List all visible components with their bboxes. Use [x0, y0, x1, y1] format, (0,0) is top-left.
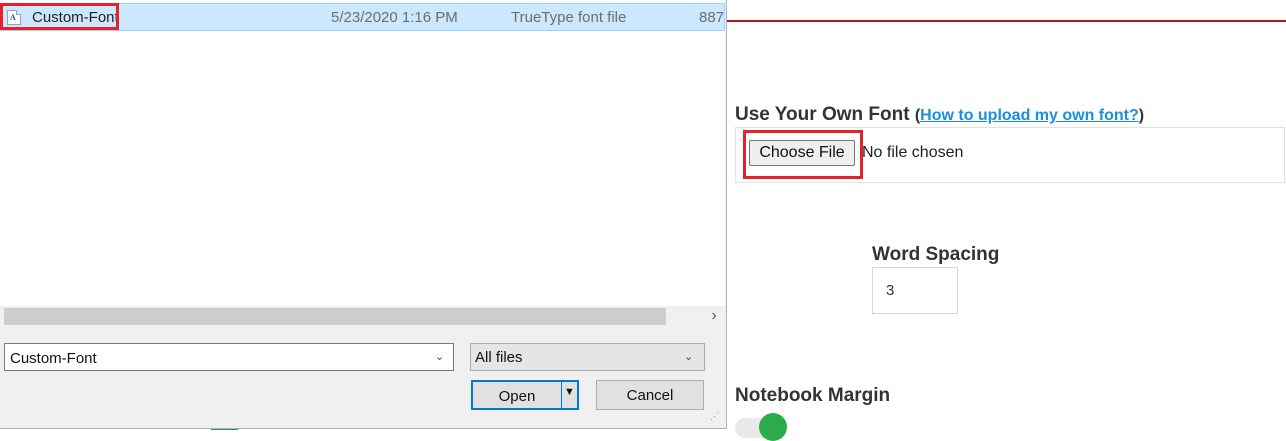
- cancel-button[interactable]: Cancel: [596, 380, 704, 410]
- paren-close: ): [1138, 107, 1145, 124]
- file-name-input[interactable]: [8, 347, 432, 369]
- scroll-right-arrow-icon[interactable]: ›: [704, 306, 724, 328]
- resize-grip-icon[interactable]: ⋰: [710, 412, 722, 425]
- file-date-cell: 5/23/2020 1:16 PM: [331, 9, 458, 26]
- open-split-divider: [561, 382, 562, 408]
- how-to-upload-font-link[interactable]: How to upload my own font?: [920, 107, 1139, 124]
- word-spacing-input[interactable]: [872, 267, 958, 314]
- no-file-chosen-text: No file chosen: [862, 144, 964, 161]
- chevron-down-icon[interactable]: ⌄: [435, 350, 445, 363]
- choose-file-highlight: [743, 130, 863, 179]
- file-type-filter-value: All files: [475, 349, 523, 366]
- file-size-cell: 887: [699, 9, 725, 26]
- file-row-highlight: [0, 3, 119, 30]
- file-open-dialog: A Custom-Font 5/23/2020 1:16 PM TrueType…: [0, 0, 727, 429]
- open-button-label: Open: [498, 388, 536, 405]
- notebook-margin-label: Notebook Margin: [735, 385, 891, 406]
- file-type-cell: TrueType font file: [511, 9, 627, 26]
- header-divider: [727, 20, 1286, 22]
- word-spacing-label: Word Spacing: [872, 244, 1000, 265]
- use-own-font-label: Use Your Own Font (How to upload my own …: [735, 104, 1144, 126]
- file-name-combobox[interactable]: ⌄: [4, 343, 454, 371]
- use-own-font-title: Use Your Own Font: [735, 104, 910, 125]
- split-dropdown-icon[interactable]: ▼: [564, 386, 575, 398]
- file-type-filter-select[interactable]: All files ⌄: [470, 343, 705, 371]
- scrollbar-thumb[interactable]: [4, 308, 666, 325]
- horizontal-scrollbar[interactable]: ›: [0, 306, 725, 328]
- chevron-down-icon: ⌄: [684, 351, 694, 363]
- open-button[interactable]: Open ▼: [471, 380, 579, 410]
- file-list[interactable]: A Custom-Font 5/23/2020 1:16 PM TrueType…: [0, 0, 725, 306]
- notebook-margin-toggle-knob[interactable]: [759, 413, 787, 441]
